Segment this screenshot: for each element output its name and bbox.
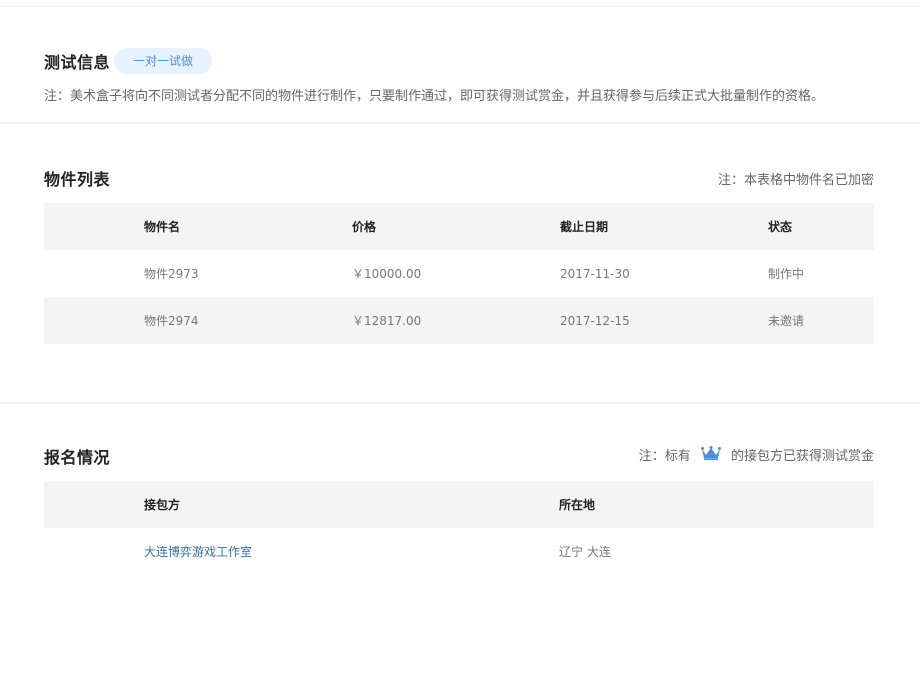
- item-status-cell: 制作中: [768, 267, 805, 281]
- table-header-row: 物件名 价格 截止日期 状态: [44, 203, 874, 250]
- table-row: 大连博弈游戏工作室 辽宁 大连: [44, 528, 874, 575]
- item-price-cell: ￥10000.00: [352, 267, 422, 281]
- test-info-title: 测试信息: [44, 53, 111, 72]
- column-header-deadline: 截止日期: [560, 220, 609, 234]
- registration-header: 报名情况 注：标有 的接包方已获得测试赏金: [44, 445, 874, 467]
- column-header-location: 所在地: [559, 498, 596, 512]
- top-border: [0, 0, 920, 7]
- column-header-name: 物件名: [144, 220, 181, 234]
- contractor-link[interactable]: 大连博弈游戏工作室: [44, 543, 559, 560]
- table-row: 物件2974 ￥12817.00 2017-12-15 未邀请: [44, 297, 874, 344]
- registration-note-suffix: 的接包方已获得测试赏金: [730, 449, 874, 464]
- registration-section: 报名情况 注：标有 的接包方已获得测试赏金 接包方 所在地 大连博弈游戏工作室 …: [0, 404, 920, 575]
- test-info-section: 测试信息 一对一试做 注：美术盒子将向不同测试者分配不同的物件进行制作，只要制作…: [0, 7, 920, 122]
- registration-note-prefix: 注：标有: [638, 449, 691, 464]
- item-status-cell: 未邀请: [768, 314, 805, 328]
- test-type-badge: 一对一试做: [114, 48, 213, 74]
- item-list-title: 物件列表: [44, 170, 111, 189]
- test-info-note: 注：美术盒子将向不同测试者分配不同的物件进行制作，只要制作通过，即可获得测试赏金…: [44, 89, 825, 104]
- item-name-cell: 物件2974: [144, 314, 199, 328]
- registration-title: 报名情况: [44, 448, 111, 467]
- column-header-status: 状态: [768, 220, 793, 234]
- item-name-cell: 物件2973: [144, 267, 199, 281]
- column-header-contractor: 接包方: [144, 498, 181, 512]
- test-info-header: 测试信息 一对一试做: [44, 48, 874, 74]
- column-header-price: 价格: [352, 220, 377, 234]
- item-deadline-cell: 2017-11-30: [560, 266, 630, 281]
- crown-icon: [700, 446, 721, 464]
- item-list-header: 物件列表 注：本表格中物件名已加密: [44, 167, 874, 189]
- registration-note: 注：标有 的接包方已获得测试赏金: [639, 445, 874, 467]
- table-header-row: 接包方 所在地: [44, 481, 874, 528]
- table-row: 物件2973 ￥10000.00 2017-11-30 制作中: [44, 250, 874, 297]
- item-price-cell: ￥12817.00: [352, 314, 422, 328]
- item-list-section: 物件列表 注：本表格中物件名已加密 物件名 价格 截止日期 状态 物件2973 …: [0, 124, 920, 402]
- location-cell: 辽宁 大连: [559, 545, 611, 559]
- registration-table: 接包方 所在地 大连博弈游戏工作室 辽宁 大连: [44, 481, 874, 575]
- item-table: 物件名 价格 截止日期 状态 物件2973 ￥10000.00 2017-11-…: [44, 203, 874, 344]
- item-deadline-cell: 2017-12-15: [560, 313, 630, 328]
- item-list-note: 注：本表格中物件名已加密: [717, 172, 874, 188]
